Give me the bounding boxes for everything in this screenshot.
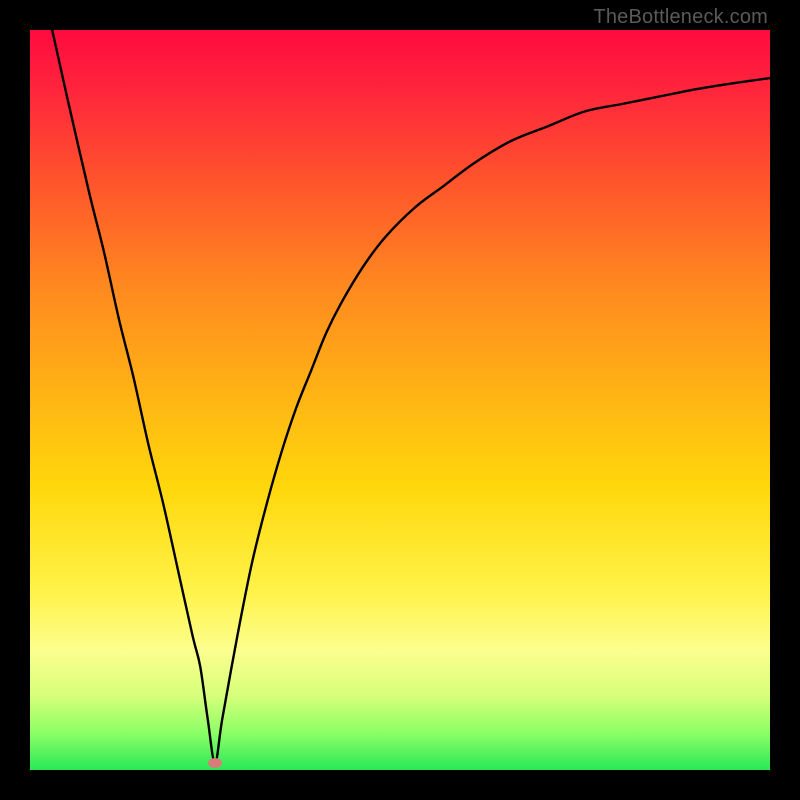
bottleneck-curve	[52, 30, 770, 763]
watermark-text: TheBottleneck.com	[593, 6, 768, 29]
curve-layer	[30, 30, 770, 770]
minimum-marker	[208, 758, 222, 768]
chart-frame: TheBottleneck.com	[0, 0, 800, 800]
plot-area	[30, 30, 770, 770]
